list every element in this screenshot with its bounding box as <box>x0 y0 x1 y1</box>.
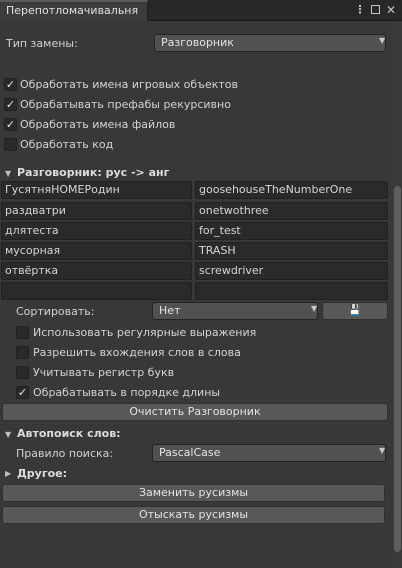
foldout-expanded-icon[interactable]: ▼ <box>5 430 11 439</box>
menu-kebab-icon[interactable]: ⋮ <box>354 3 366 17</box>
option-label-gameobjects: Обработать имена игровых объектов <box>20 78 238 91</box>
phrasebook-ru-cell[interactable]: отвёртка <box>1 262 192 280</box>
phrasebook-ru-cell[interactable]: ГусятняHOMEРодин <box>1 181 192 199</box>
inspector-content: Тип замены: Разговорник ▼ ✓ Обработать и… <box>0 22 402 568</box>
checkbox-process-code[interactable] <box>4 138 17 151</box>
foldout-collapsed-icon[interactable]: ▶ <box>5 469 11 478</box>
window-tab[interactable]: Перепотломачивальня <box>0 0 148 21</box>
checkbox-use-regex[interactable] <box>16 326 29 339</box>
phrasebook-ru-cell[interactable]: длятеста <box>1 222 192 240</box>
maximize-icon[interactable] <box>369 3 381 17</box>
check-icon: ✓ <box>5 98 16 111</box>
option-label-length-order: Обрабатывать в порядке длины <box>33 386 221 399</box>
sort-label: Сортировать: <box>16 305 95 318</box>
phrasebook-en-cell[interactable]: onetwothree <box>195 202 388 220</box>
replace-type-dropdown[interactable]: Разговорник ▼ <box>154 34 386 52</box>
sort-dropdown[interactable]: Нет ▼ <box>152 302 318 320</box>
scrollbar-thumb[interactable] <box>394 186 401 552</box>
checkbox-process-prefabs[interactable]: ✓ <box>4 98 17 111</box>
check-icon: ✓ <box>17 386 28 399</box>
checkbox-case-sensitive[interactable] <box>16 366 29 379</box>
find-russisms-button[interactable]: Отыскать русизмы <box>2 506 385 524</box>
phrasebook-ru-cell[interactable]: раздватри <box>1 202 192 220</box>
checkbox-length-order[interactable]: ✓ <box>16 386 29 399</box>
save-icon: 💾 <box>348 305 362 316</box>
check-icon: ✓ <box>5 118 16 131</box>
window-titlebar: Перепотломачивальня ⋮ ✕ <box>0 0 402 21</box>
phrasebook-ru-cell-empty[interactable] <box>1 282 192 300</box>
phrasebook-en-cell[interactable]: goosehouseTheNumberOne <box>195 181 388 199</box>
search-rule-dropdown[interactable]: PascalCase ▼ <box>152 444 386 462</box>
phrasebook-en-cell[interactable]: TRASH <box>195 242 388 260</box>
option-label-filenames: Обработать имена файлов <box>20 118 176 131</box>
option-label-substrings: Разрешить вхождения слов в слова <box>33 346 241 359</box>
phrasebook-en-cell[interactable]: for_test <box>195 222 388 240</box>
checkbox-process-filenames[interactable]: ✓ <box>4 118 17 131</box>
checkbox-process-gameobjects[interactable]: ✓ <box>4 78 17 91</box>
sort-value: Нет <box>159 304 181 317</box>
autosearch-title[interactable]: Автопоиск слов: <box>17 427 121 440</box>
search-rule-value: PascalCase <box>159 446 221 459</box>
check-icon: ✓ <box>5 78 16 91</box>
other-title[interactable]: Другое: <box>17 467 67 480</box>
replace-type-label: Тип замены: <box>6 37 78 50</box>
option-label-case: Учитывать регистр букв <box>33 366 175 379</box>
phrasebook-en-cell[interactable]: screwdriver <box>195 262 388 280</box>
clear-phrasebook-button[interactable]: Очистить Разговорник <box>2 403 388 421</box>
option-label-regex: Использовать регулярные выражения <box>33 326 257 339</box>
search-rule-label: Правило поиска: <box>16 447 114 460</box>
save-icon-button[interactable]: 💾 <box>322 302 388 320</box>
checkbox-allow-substrings[interactable] <box>16 346 29 359</box>
close-icon[interactable]: ✕ <box>385 3 397 17</box>
replace-russisms-button[interactable]: Заменить русизмы <box>2 484 385 502</box>
foldout-expanded-icon[interactable]: ▼ <box>5 169 11 178</box>
option-label-prefabs: Обрабатывать префабы рекурсивно <box>20 98 231 111</box>
phrasebook-title[interactable]: Разговорник: рус -> анг <box>17 166 169 179</box>
phrasebook-ru-cell[interactable]: мусорная <box>1 242 192 260</box>
replace-type-value: Разговорник <box>161 36 234 49</box>
option-label-code: Обработать код <box>20 138 114 151</box>
phrasebook-en-cell-empty[interactable] <box>195 282 388 300</box>
